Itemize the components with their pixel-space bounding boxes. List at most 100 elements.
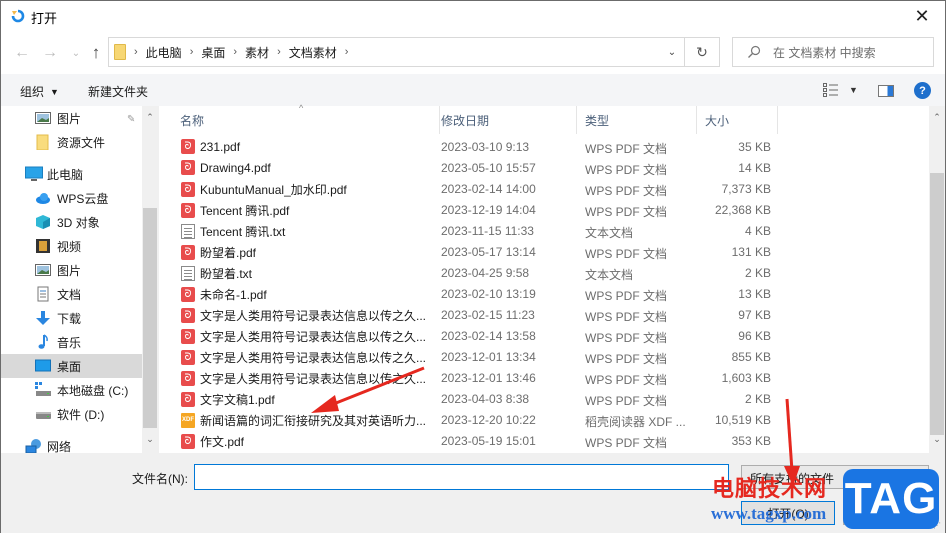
scroll-up-arrow-icon[interactable]: ⌃	[929, 112, 945, 123]
sidebar-item-videos[interactable]: 视频	[1, 234, 142, 258]
file-name: KubuntuManual_加水印.pdf	[200, 183, 347, 197]
pdf-file-icon: ᘐ	[181, 287, 195, 302]
file-size-cell: 353 KB	[731, 434, 771, 448]
forward-button[interactable]: →	[39, 42, 61, 64]
open-button[interactable]: 打开(O)	[741, 501, 835, 525]
sidebar-scrollbar[interactable]: ⌃ ⌄	[142, 106, 158, 453]
back-button[interactable]: ←	[11, 42, 33, 64]
3d-objects-icon	[35, 214, 51, 230]
file-type-filter-select[interactable]: 所有支持的文件 ⌄	[741, 465, 929, 489]
sidebar-item-label: 3D 对象	[57, 215, 100, 230]
breadcrumb-separator: ›	[134, 46, 138, 58]
file-row[interactable]: ᘐ Tencent 腾讯.pdf 2023-12-19 14:04 WPS PDF 文…	[159, 199, 930, 220]
up-button[interactable]: ↑	[85, 42, 107, 64]
file-row[interactable]: XDF 新闻语篇的词汇衔接研究及其对英语听力... 2023-12-20 10:22…	[159, 409, 930, 430]
column-header-size[interactable]: 大小	[697, 106, 778, 134]
help-button[interactable]: ?	[914, 82, 931, 99]
address-dropdown-button[interactable]: ⌄	[660, 38, 684, 66]
file-row[interactable]: ᘐ 文字是人类用符号记录表达信息以传之久... 2023-12-01 13:34 WP…	[159, 346, 930, 367]
file-row[interactable]: ᘐ Drawing4.pdf 2023-05-10 15:57 WPS PDF 文档 1…	[159, 157, 930, 178]
file-size-cell: 10,519 KB	[714, 413, 771, 427]
file-row[interactable]: 盼望着.txt 2023-04-25 9:58 文本文档 2 KB	[159, 262, 930, 283]
file-row[interactable]: ᘐ 文字是人类用符号记录表达信息以传之久... 2023-02-14 13:58 WP…	[159, 325, 930, 346]
column-header-type[interactable]: 类型	[577, 106, 697, 134]
file-row[interactable]: Tencent 腾讯.txt 2023-11-15 11:33 文本文档 4 KB	[159, 220, 930, 241]
preview-pane-toggle[interactable]	[878, 85, 894, 97]
sidebar-item-this-pc[interactable]: 此电脑	[1, 162, 142, 186]
file-row[interactable]: ᘐ 231.pdf 2023-03-10 9:13 WPS PDF 文档 35 KB	[159, 136, 930, 157]
recent-locations-button[interactable]: ⌄	[65, 42, 87, 64]
file-list-scrollbar-thumb[interactable]	[930, 173, 944, 435]
column-header-label: 修改日期	[441, 113, 490, 128]
file-row[interactable]: ᘐ 文字文稿1.pdf 2023-04-03 8:38 WPS PDF 文档 2 KB	[159, 388, 930, 409]
file-row[interactable]: ᘐ 未命名-1.pdf 2023-02-10 13:19 WPS PDF 文档 13 K…	[159, 283, 930, 304]
file-list-scrollbar[interactable]: ⌃ ⌄	[929, 106, 945, 453]
address-bar[interactable]: › 此电脑 › 桌面 › 素材 › 文档素材 › ⌄	[108, 37, 685, 67]
desktop-icon	[35, 358, 51, 374]
breadcrumb-separator[interactable]: ›	[345, 46, 349, 58]
sidebar-item-label: 本地磁盘 (C:)	[57, 383, 129, 398]
breadcrumb-separator[interactable]: ›	[277, 46, 281, 58]
sidebar-item-network[interactable]: 网络	[1, 434, 142, 453]
file-row[interactable]: ᘐ 盼望着.pdf 2023-05-17 13:14 WPS PDF 文档 131 KB	[159, 241, 930, 262]
sidebar-item-resource-files[interactable]: 资源文件	[1, 130, 142, 154]
search-input[interactable]: 在 文档素材 中搜索	[773, 44, 876, 61]
sidebar-item-label: 此电脑	[47, 167, 84, 182]
sidebar-item-music[interactable]: 音乐	[1, 330, 142, 354]
file-row[interactable]: ᘐ 文字是人类用符号记录表达信息以传之久... 2023-02-15 11:23 WP…	[159, 304, 930, 325]
file-type-cell: WPS PDF 文档	[585, 310, 668, 324]
file-name-cell: ᘐ 文字是人类用符号记录表达信息以传之久...	[181, 349, 426, 366]
breadcrumb-separator[interactable]: ›	[233, 46, 237, 58]
videos-icon	[35, 238, 51, 254]
sidebar-item-desktop[interactable]: 桌面	[1, 354, 142, 378]
search-box[interactable]: 在 文档素材 中搜索	[732, 37, 934, 67]
sidebar-item-label: 图片	[57, 263, 82, 278]
scroll-down-arrow-icon[interactable]: ⌄	[929, 434, 945, 445]
file-name: 文字文稿1.pdf	[200, 393, 275, 407]
file-date-cell: 2023-05-19 15:01	[441, 434, 536, 448]
organize-label: 组织	[20, 85, 45, 99]
breadcrumb-materials[interactable]: 素材	[245, 44, 269, 61]
sidebar-item-pictures-quick[interactable]: 图片	[1, 106, 142, 130]
resize-grip-icon[interactable]: ⋰	[933, 521, 943, 531]
column-header-date[interactable]: 修改日期	[433, 106, 577, 134]
filename-label: 文件名(N):	[132, 472, 188, 486]
caret-down-icon: ▼	[50, 86, 59, 97]
filename-input[interactable]	[194, 464, 729, 490]
sidebar-scrollbar-thumb[interactable]	[143, 208, 157, 428]
scroll-down-arrow-icon[interactable]: ⌄	[142, 434, 158, 445]
scroll-up-arrow-icon[interactable]: ⌃	[142, 112, 158, 123]
sidebar-item-wps-cloud[interactable]: WPS云盘	[1, 186, 142, 210]
refresh-button[interactable]: ↻	[685, 37, 720, 67]
breadcrumb-desktop[interactable]: 桌面	[201, 44, 225, 61]
sidebar-item-documents[interactable]: 文档	[1, 282, 142, 306]
sidebar-item-downloads[interactable]: 下载	[1, 306, 142, 330]
pdf-file-icon: ᘐ	[181, 434, 195, 449]
pdf-file-icon: ᘐ	[181, 308, 195, 323]
pin-icon[interactable]: ✎	[127, 114, 135, 125]
new-folder-button[interactable]: 新建文件夹	[88, 83, 148, 100]
file-row[interactable]: ᘐ KubuntuManual_加水印.pdf 2023-02-14 14:00 WP…	[159, 178, 930, 199]
file-name-cell: Tencent 腾讯.txt	[181, 223, 285, 240]
sidebar-item-pictures[interactable]: 图片	[1, 258, 142, 282]
sidebar-item-drive-d[interactable]: 软件 (D:)	[1, 402, 142, 426]
file-size-cell: 855 KB	[731, 350, 771, 364]
close-button[interactable]: ✕	[899, 1, 945, 31]
sidebar-item-local-disk-c[interactable]: 本地磁盘 (C:)	[1, 378, 142, 402]
view-options-button[interactable]: ▼	[823, 83, 858, 97]
breadcrumb-this-pc[interactable]: 此电脑	[146, 44, 182, 61]
file-size-cell: 2 KB	[744, 392, 771, 406]
cancel-button[interactable]: 取消	[843, 501, 931, 525]
breadcrumb-separator[interactable]: ›	[190, 46, 194, 58]
file-row[interactable]: ᘐ 作文.pdf 2023-05-19 15:01 WPS PDF 文档 353 KB	[159, 430, 930, 451]
file-size-cell: 96 KB	[738, 329, 771, 343]
breadcrumb-document-materials[interactable]: 文档素材	[289, 44, 337, 61]
navigation-pane: 图片 ✎ 资源文件 此电脑 WPS云盘 3D 对象 视频 图片 文档 下载 音乐…	[1, 106, 158, 453]
column-header-name[interactable]: 名称	[172, 106, 440, 134]
sidebar-item-3d-objects[interactable]: 3D 对象	[1, 210, 142, 234]
file-name: 文字是人类用符号记录表达信息以传之久...	[200, 330, 427, 344]
dialog-footer: 文件名(N): 所有支持的文件 ⌄ 打开(O) 取消 ⋰	[1, 453, 945, 533]
downloads-icon	[35, 310, 51, 326]
organize-menu-button[interactable]: 组织 ▼	[20, 83, 59, 100]
file-row[interactable]: ᘐ 文字是人类用符号记录表达信息以传之久... 2023-12-01 13:46 WP…	[159, 367, 930, 388]
